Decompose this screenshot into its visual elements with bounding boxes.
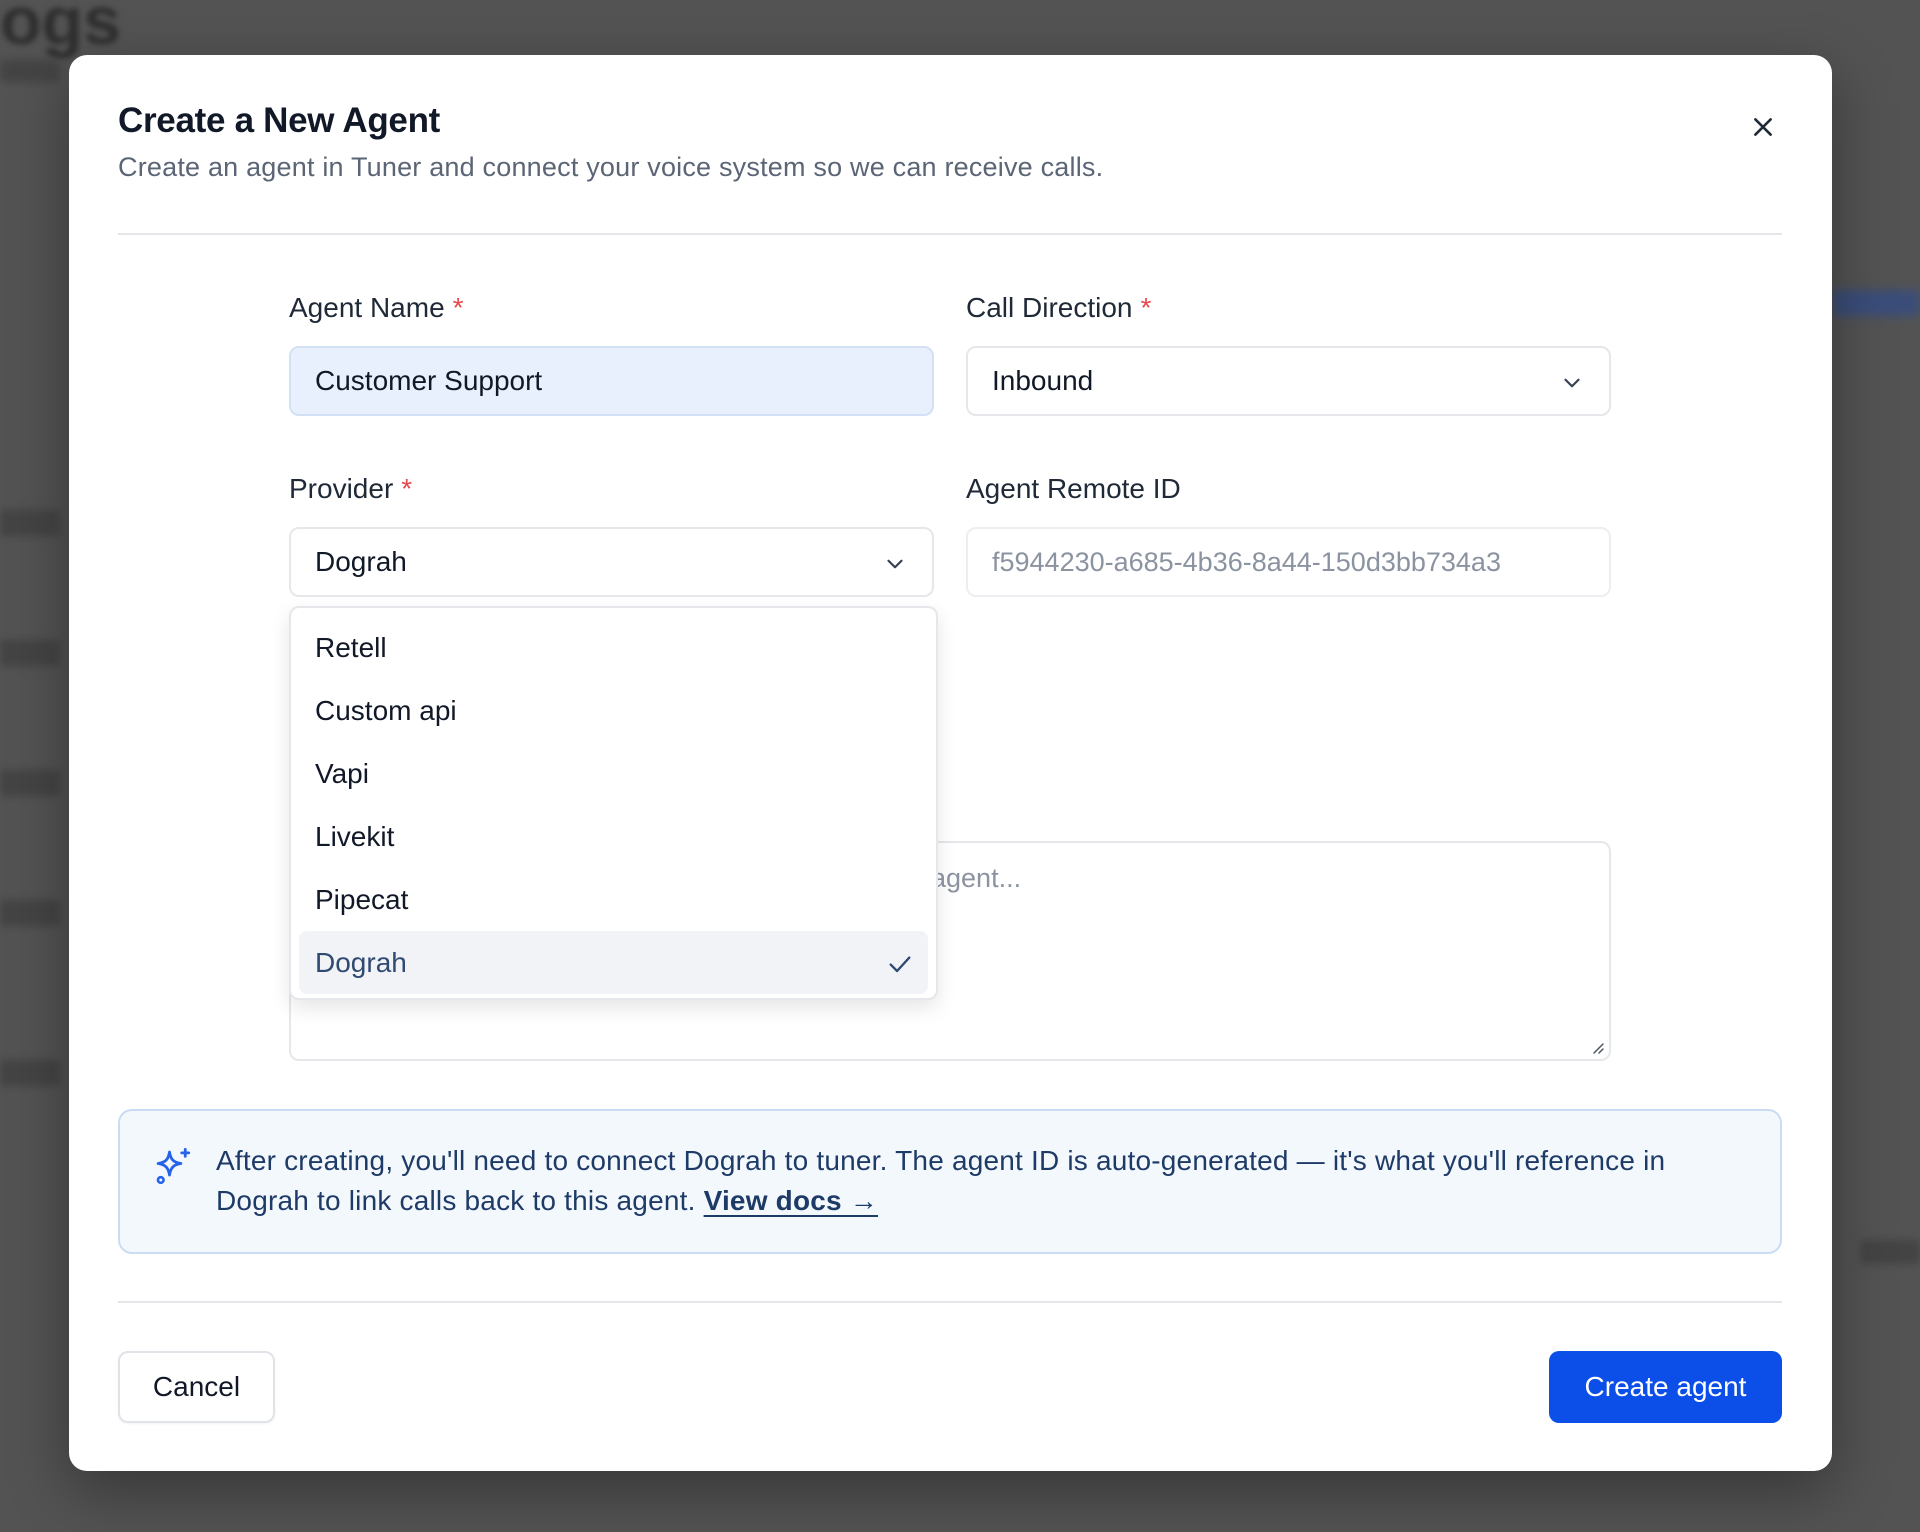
background-link bbox=[1832, 290, 1920, 316]
background-text bbox=[0, 1060, 60, 1086]
provider-select[interactable]: Dograh bbox=[289, 527, 934, 597]
chevron-down-icon bbox=[887, 559, 903, 569]
header-divider bbox=[118, 233, 1782, 235]
create-agent-button[interactable]: Create agent bbox=[1549, 1351, 1782, 1423]
option-label: Livekit bbox=[315, 820, 395, 852]
provider-dropdown-menu: Retell Custom api Vapi Livekit Pipecat D… bbox=[289, 606, 938, 1000]
provider-label: Provider * bbox=[289, 473, 412, 505]
background-text bbox=[0, 60, 60, 82]
background-text bbox=[0, 900, 60, 926]
required-mark: * bbox=[1140, 292, 1152, 323]
view-docs-link[interactable]: View docs → bbox=[704, 1185, 878, 1216]
close-icon bbox=[1754, 118, 1772, 136]
background-text bbox=[0, 770, 60, 796]
call-direction-label: Call Direction * bbox=[966, 292, 1151, 324]
background-text bbox=[0, 510, 60, 536]
provider-value: Dograh bbox=[315, 546, 407, 577]
modal-title: Create a New Agent bbox=[118, 101, 441, 140]
option-label: Dograh bbox=[315, 946, 407, 978]
agent-name-input[interactable]: Customer Support bbox=[289, 346, 934, 416]
provider-option-vapi[interactable]: Vapi bbox=[299, 742, 928, 805]
sparkles-icon bbox=[156, 1147, 191, 1185]
agent-remote-id-label: Agent Remote ID bbox=[966, 473, 1181, 504]
background-text bbox=[1860, 1240, 1920, 1264]
call-direction-label-text: Call Direction bbox=[966, 292, 1133, 323]
resize-handle-icon[interactable] bbox=[1589, 1039, 1605, 1055]
modal-subtitle: Create an agent in Tuner and connect you… bbox=[118, 152, 1104, 182]
agent-name-value: Customer Support bbox=[315, 365, 543, 396]
required-mark: * bbox=[401, 473, 413, 504]
provider-label-text: Provider bbox=[289, 473, 394, 504]
option-label: Custom api bbox=[315, 694, 457, 726]
info-callout: After creating, you'll need to connect D… bbox=[118, 1109, 1782, 1254]
provider-option-pipecat[interactable]: Pipecat bbox=[299, 868, 928, 931]
required-mark: * bbox=[452, 292, 464, 323]
agent-remote-id-input: f5944230-a685-4b36-8a44-150d3bb734a3 bbox=[966, 527, 1611, 597]
option-label: Vapi bbox=[315, 757, 369, 789]
info-text: After creating, you'll need to connect D… bbox=[216, 1141, 1756, 1221]
info-message: After creating, you'll need to connect D… bbox=[216, 1145, 1666, 1216]
option-label: Pipecat bbox=[315, 883, 409, 915]
provider-option-livekit[interactable]: Livekit bbox=[299, 805, 928, 868]
background-page-title: ogs bbox=[0, 0, 121, 59]
call-direction-value: Inbound bbox=[992, 365, 1094, 396]
call-direction-select[interactable]: Inbound bbox=[966, 346, 1611, 416]
create-agent-modal: Create a New Agent Create an agent in Tu… bbox=[69, 55, 1832, 1471]
agent-name-label: Agent Name * bbox=[289, 292, 464, 324]
agent-name-label-text: Agent Name bbox=[289, 292, 445, 323]
chevron-down-icon bbox=[1564, 378, 1580, 388]
option-label: Retell bbox=[315, 631, 387, 663]
agent-remote-id-value: f5944230-a685-4b36-8a44-150d3bb734a3 bbox=[992, 546, 1501, 577]
background-text bbox=[0, 640, 60, 666]
footer-divider bbox=[118, 1301, 1782, 1303]
close-button[interactable] bbox=[1741, 105, 1785, 149]
provider-option-custom-api[interactable]: Custom api bbox=[299, 679, 928, 742]
provider-option-dograh[interactable]: Dograh bbox=[299, 931, 928, 994]
provider-option-retell[interactable]: Retell bbox=[299, 616, 928, 679]
cancel-button[interactable]: Cancel bbox=[118, 1351, 275, 1423]
description-placeholder: agent... bbox=[931, 863, 1022, 893]
checkmark-icon bbox=[889, 956, 911, 973]
